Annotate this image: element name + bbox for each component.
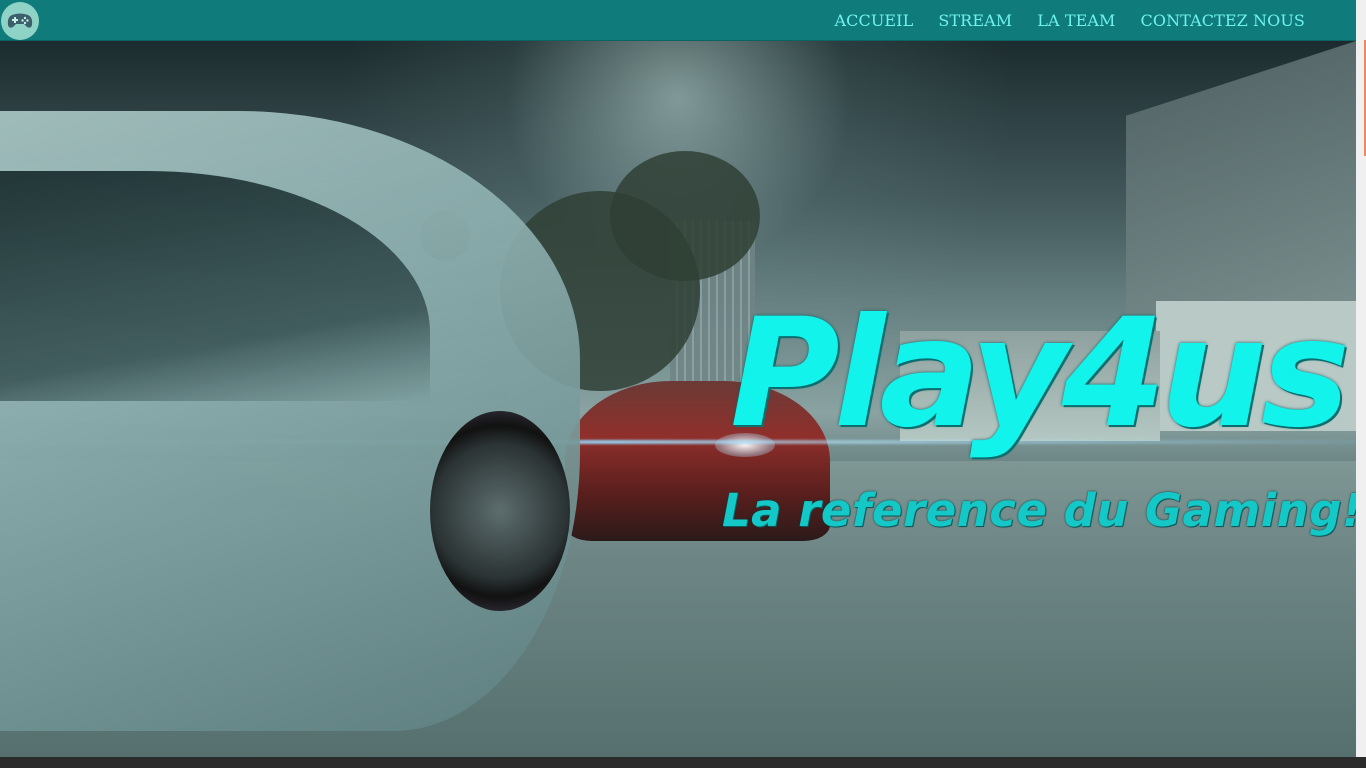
nav-link-contactez-nous[interactable]: CONTACTEZ NOUS bbox=[1141, 11, 1305, 30]
hero-car-wheel bbox=[430, 411, 570, 611]
hero-title: Play4us bbox=[730, 287, 1350, 461]
nav-link-stream[interactable]: STREAM bbox=[938, 11, 1012, 30]
footer-strip bbox=[0, 757, 1366, 768]
top-navbar: ACCUEIL STREAM LA TEAM CONTACTEZ NOUS bbox=[0, 0, 1356, 41]
hero-car-window bbox=[0, 171, 430, 401]
hero-banner: Play4us La reference du Gaming! bbox=[0, 41, 1356, 757]
nav-link-accueil[interactable]: ACCUEIL bbox=[834, 11, 913, 30]
gamepad-icon bbox=[7, 13, 33, 28]
nav-link-la-team[interactable]: LA TEAM bbox=[1037, 11, 1115, 30]
logo[interactable] bbox=[1, 2, 39, 40]
nav-menu: ACCUEIL STREAM LA TEAM CONTACTEZ NOUS bbox=[834, 0, 1305, 41]
hero-tagline: La reference du Gaming! bbox=[722, 484, 1356, 537]
hero-tree bbox=[610, 151, 760, 281]
